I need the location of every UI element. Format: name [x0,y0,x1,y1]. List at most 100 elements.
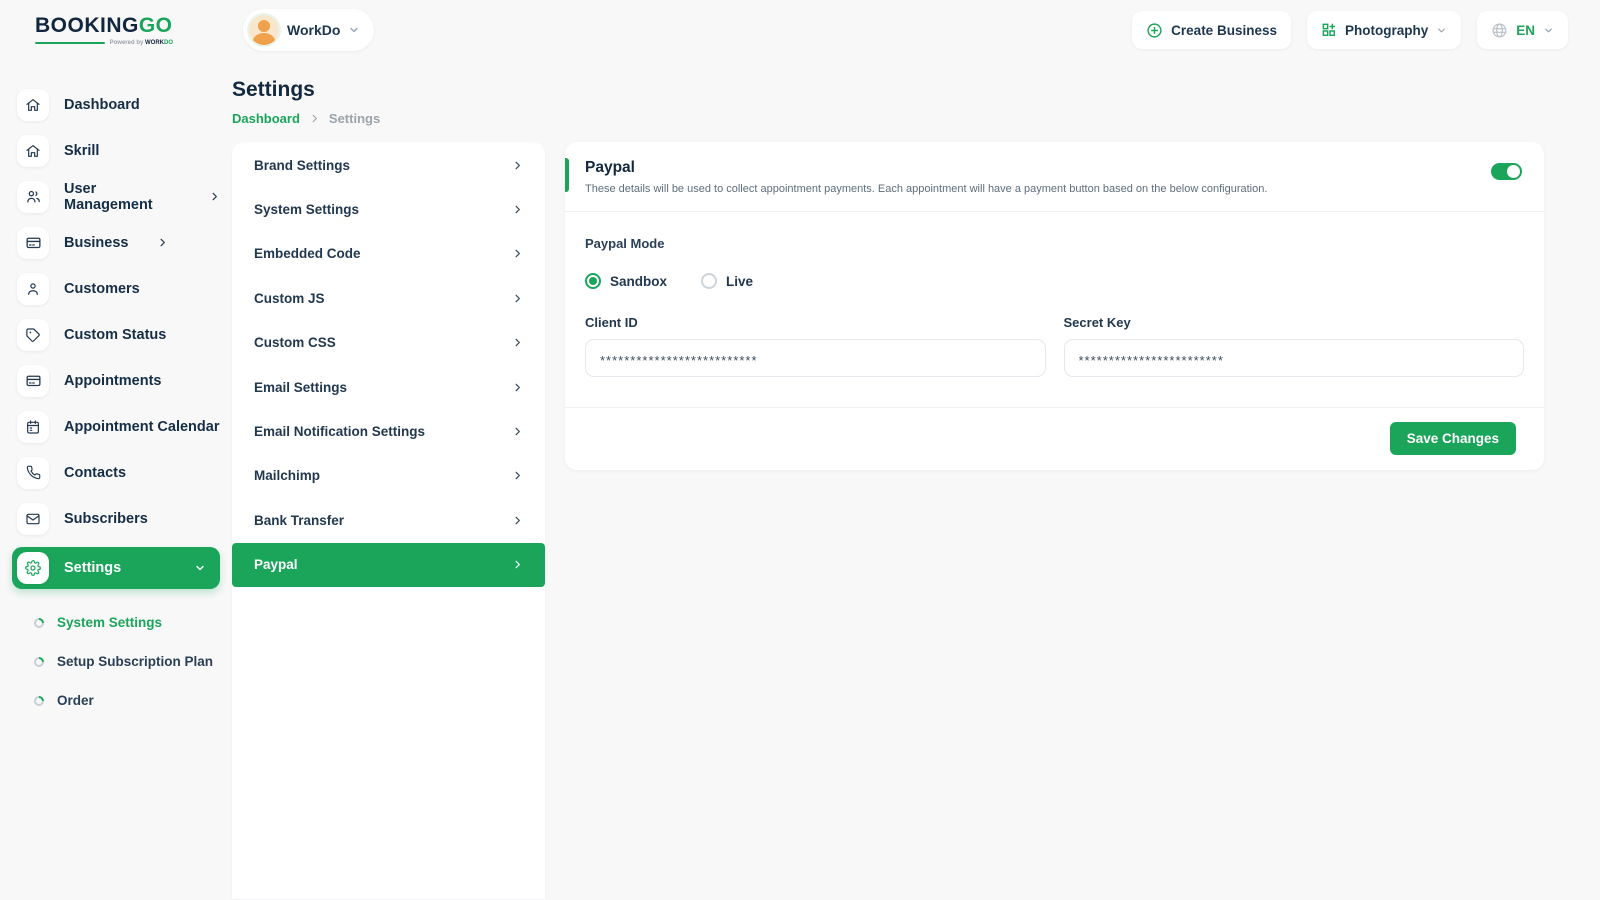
credit-card-icon [17,365,49,397]
paypal-panel-description: These details will be used to collect ap… [585,183,1267,195]
settings-menu-item-bank-transfer[interactable]: Bank Transfer [232,498,545,542]
sidebar-item-settings[interactable]: Settings [12,547,220,589]
home-icon [17,89,49,121]
chevron-right-icon [512,337,523,348]
settings-submenu: System Settings Setup Subscription Plan … [12,597,220,720]
chevron-down-icon [194,562,206,574]
settings-menu-item-custom-css[interactable]: Custom CSS [232,321,545,365]
phone-icon [17,457,49,489]
chevron-right-icon [512,559,523,570]
tag-icon [17,319,49,351]
topbar: BOOKINGGO Powered by WORKDO WorkDo Creat… [0,0,1600,60]
settings-menu-item-system-settings[interactable]: System Settings [232,187,545,231]
client-id-input[interactable] [585,339,1046,377]
paypal-mode-label: Paypal Mode [585,236,1524,251]
mail-icon [17,503,49,535]
toggle-knob [1507,165,1520,178]
chevron-right-icon [512,426,523,437]
logo-text-primary: BOOKING [35,14,139,37]
user-icon [17,273,49,305]
paypal-panel: Paypal These details will be used to col… [565,142,1544,470]
sidebar-item-subscribers[interactable]: Subscribers [12,496,220,541]
paypal-mode-options: Sandbox Live [585,273,1524,289]
credit-card-icon [17,227,49,259]
logo-underline: Powered by WORKDO [35,40,173,46]
sidebar-item-appointments[interactable]: Appointments [12,358,220,403]
radio-option-sandbox[interactable]: Sandbox [585,273,667,289]
chevron-down-icon [1543,25,1554,36]
save-changes-button[interactable]: Save Changes [1390,422,1516,455]
paypal-panel-body: Paypal Mode Sandbox Live Clie [565,212,1544,407]
workspace-switcher[interactable]: WorkDo [243,9,374,51]
paypal-panel-title: Paypal [585,159,1267,177]
breadcrumb-dashboard-link[interactable]: Dashboard [232,111,300,126]
credentials-fields: Client ID Secret Key [585,315,1524,377]
chevron-right-icon [512,293,523,304]
powered-by-label: Powered by WORKDO [110,40,173,46]
workspace-name: WorkDo [287,22,340,38]
breadcrumb: Dashboard Settings [232,111,1544,126]
language-label: EN [1516,23,1535,38]
chevron-right-icon [512,204,523,215]
secret-key-input[interactable] [1064,339,1525,377]
sidebar-item-custom-status[interactable]: Custom Status [12,312,220,357]
chevron-right-icon [512,470,523,481]
sidebar-item-user-management[interactable]: User Management [12,174,220,219]
settings-menu-item-email-notification-settings[interactable]: Email Notification Settings [232,409,545,453]
globe-icon [1491,22,1508,39]
paypal-panel-header: Paypal These details will be used to col… [565,142,1544,212]
client-id-label: Client ID [585,315,1046,330]
page-title: Settings [232,78,1544,102]
main-content: Settings Dashboard Settings Brand Settin… [232,60,1600,900]
home-icon [17,135,49,167]
business-type-label: Photography [1345,23,1428,38]
topbar-actions: Create Business Photography EN [1132,11,1568,49]
radio-option-live[interactable]: Live [701,273,753,289]
grid-plus-icon [1321,22,1337,38]
chevron-down-icon [1436,25,1447,36]
chevron-right-icon [157,237,168,248]
breadcrumb-current: Settings [329,111,380,126]
chevron-right-icon [512,248,523,259]
sidebar-item-appointment-calendar[interactable]: Appointment Calendar [12,404,220,449]
settings-menu-item-brand-settings[interactable]: Brand Settings [232,143,545,187]
settings-menu-item-paypal[interactable]: Paypal [232,543,545,587]
bullet-icon [34,657,44,667]
bullet-icon [34,696,44,706]
sidebar-item-business[interactable]: Business [12,220,220,265]
settings-menu-item-embedded-code[interactable]: Embedded Code [232,232,545,276]
business-type-dropdown[interactable]: Photography [1307,11,1461,49]
chevron-right-icon [512,160,523,171]
settings-menu: Brand Settings System Settings Embedded … [232,142,545,899]
gear-icon [17,552,49,584]
app-logo-text: BOOKINGGO [35,14,173,37]
create-business-button[interactable]: Create Business [1132,11,1291,49]
paypal-panel-footer: Save Changes [565,407,1544,470]
bullet-icon [34,618,44,628]
chevron-right-icon [512,382,523,393]
secret-key-label: Secret Key [1064,315,1525,330]
logo-green-line [35,42,105,44]
app-logo: BOOKINGGO Powered by WORKDO [35,14,173,45]
radio-unselected-icon [701,273,717,289]
sidebar-item-skrill[interactable]: Skrill [12,128,220,173]
sidebar-item-contacts[interactable]: Contacts [12,450,220,495]
logo-text-secondary: GO [139,14,173,37]
settings-menu-item-mailchimp[interactable]: Mailchimp [232,454,545,498]
chevron-right-icon [309,113,320,124]
submenu-item-order[interactable]: Order [34,681,220,720]
settings-menu-item-custom-js[interactable]: Custom JS [232,276,545,320]
settings-menu-item-email-settings[interactable]: Email Settings [232,365,545,409]
sidebar-item-dashboard[interactable]: Dashboard [12,82,220,127]
chevron-right-icon [512,515,523,526]
submenu-item-setup-subscription-plan[interactable]: Setup Subscription Plan [34,642,220,681]
chevron-right-icon [209,191,220,202]
users-icon [17,181,49,213]
language-dropdown[interactable]: EN [1477,11,1568,49]
radio-selected-icon [585,273,601,289]
create-business-label: Create Business [1171,23,1277,38]
paypal-enabled-toggle[interactable] [1491,163,1522,180]
sidebar-item-customers[interactable]: Customers [12,266,220,311]
calendar-icon [17,411,49,443]
submenu-item-system-settings[interactable]: System Settings [34,603,220,642]
